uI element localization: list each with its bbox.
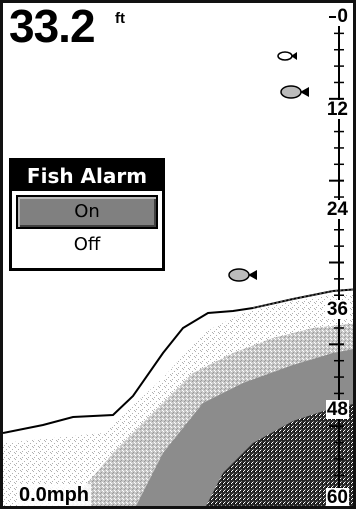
- menu-option-on[interactable]: On: [16, 195, 158, 229]
- depth-unit: ft: [115, 10, 125, 27]
- sonar-screen: 33.2 ft 0 12 24 36 48 60 0.0mph Fish Ala…: [0, 0, 356, 509]
- fish-icon: [280, 85, 309, 99]
- speed-readout: 0.0mph: [17, 484, 92, 506]
- fish-alarm-menu: Fish Alarm On Off: [9, 158, 165, 271]
- menu-option-off[interactable]: Off: [12, 229, 162, 261]
- fish-icon: [228, 268, 257, 282]
- depth-scale-label: 0: [336, 6, 349, 27]
- depth-scale-label: 48: [325, 399, 349, 420]
- depth-scale-label: 60: [325, 487, 349, 508]
- menu-title: Fish Alarm: [12, 161, 162, 191]
- depth-readout: 33.2: [9, 0, 96, 52]
- depth-scale-label: 12: [325, 99, 349, 120]
- depth-scale-label: 24: [325, 199, 349, 220]
- fish-icon: [277, 51, 297, 61]
- depth-scale-label: 36: [325, 299, 349, 320]
